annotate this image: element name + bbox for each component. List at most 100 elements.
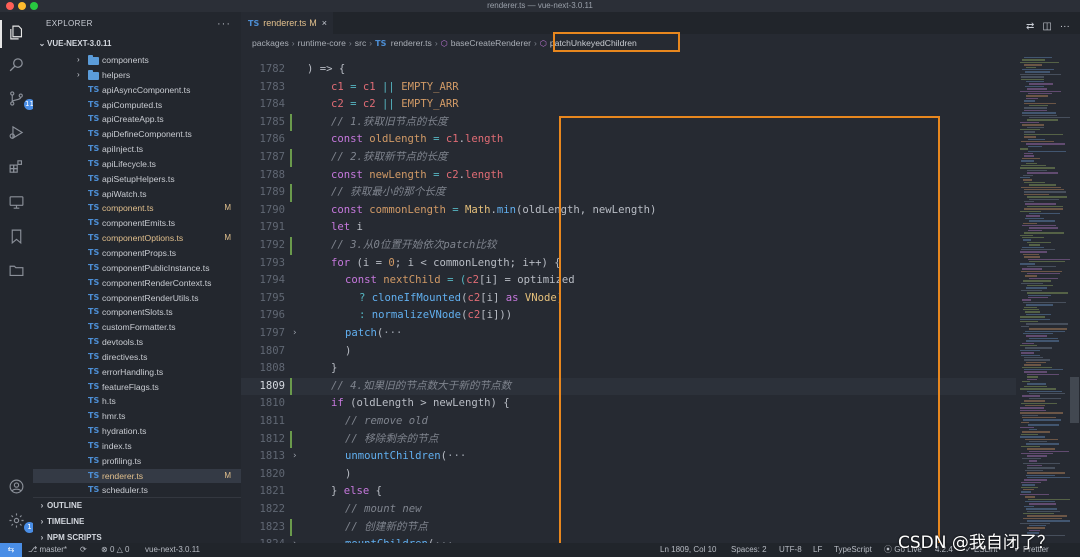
root-folder-header[interactable]: ⌄ VUE-NEXT-3.0.11: [33, 36, 241, 52]
minimap-line: [1024, 256, 1040, 258]
minimap-line: [1029, 83, 1053, 85]
minimap-line: [1024, 100, 1035, 102]
tree-folder[interactable]: › components: [33, 53, 241, 68]
sync-icon[interactable]: ⟳: [80, 543, 87, 557]
tree-file[interactable]: TS apiInject.ts: [33, 142, 241, 157]
source-control-icon[interactable]: 11: [8, 90, 35, 110]
file-label: hydration.ts: [102, 426, 147, 437]
remote-indicator-icon[interactable]: ⇆: [0, 543, 22, 557]
scrollbar-thumb[interactable]: [1070, 377, 1079, 423]
minimap-line: [1020, 129, 1040, 131]
gutter-change-marker: [290, 430, 292, 449]
fold-chevron-icon[interactable]: ›: [292, 325, 297, 343]
extensions-icon[interactable]: [8, 158, 25, 175]
tree-file[interactable]: TS renderer.ts M: [33, 468, 241, 484]
tree-file[interactable]: TS componentSlots.ts: [33, 305, 241, 320]
npm-scripts-section[interactable]: › NPM SCRIPTS: [33, 530, 241, 543]
tree-file[interactable]: TS componentOptions.ts M: [33, 231, 241, 246]
minimap-line: [1029, 397, 1061, 400]
account-icon[interactable]: [8, 478, 25, 495]
minimap-line: [1021, 165, 1046, 167]
problems-status[interactable]: ⊗ 0 △ 0: [101, 543, 129, 557]
fold-chevron-icon[interactable]: ›: [292, 448, 297, 466]
code-text: // mount new: [345, 503, 422, 515]
file-label: featureFlags.ts: [102, 381, 159, 392]
minimap-line: [1029, 337, 1058, 340]
bookmark-icon[interactable]: [8, 228, 25, 245]
minimap-line: [1024, 64, 1042, 66]
settings-gear-icon[interactable]: 1: [8, 512, 35, 533]
tree-file[interactable]: TS customFormatter.ts: [33, 320, 241, 335]
tree-file[interactable]: TS component.ts M: [33, 201, 241, 216]
line-number: 1811: [259, 415, 285, 427]
tree-file[interactable]: TS apiCreateApp.ts: [33, 112, 241, 127]
indentation-status[interactable]: Spaces: 2: [731, 543, 767, 557]
minimap-line: [1029, 105, 1048, 107]
tree-file[interactable]: TS apiSetupHelpers.ts: [33, 172, 241, 187]
eol-status[interactable]: LF: [813, 543, 822, 557]
minimap-line: [1020, 349, 1040, 352]
tree-file[interactable]: TS hydration.ts: [33, 424, 241, 439]
more-icon[interactable]: ···: [1060, 20, 1070, 34]
breadcrumb-base-create-renderer[interactable]: baseCreateRenderer: [451, 38, 531, 48]
tree-file[interactable]: TS featureFlags.ts: [33, 380, 241, 395]
compare-icon[interactable]: ⇄: [1026, 20, 1034, 34]
breadcrumb-file[interactable]: renderer.ts: [391, 38, 432, 48]
minimap-line: [1024, 357, 1043, 359]
breadcrumb-packages[interactable]: packages: [252, 38, 289, 48]
cursor-position[interactable]: Ln 1809, Col 10: [660, 543, 717, 557]
breadcrumb-src[interactable]: src: [355, 38, 366, 48]
tree-file[interactable]: TS profiling.ts: [33, 454, 241, 469]
tree-file[interactable]: TS devtools.ts: [33, 335, 241, 350]
minimap-line: [1020, 426, 1034, 428]
folder-status[interactable]: vue-next-3.0.11: [145, 543, 200, 557]
tree-file[interactable]: TS componentEmits.ts: [33, 216, 241, 231]
minimap-line: [1026, 474, 1055, 476]
breadcrumb-runtime-core[interactable]: runtime-core: [298, 38, 346, 48]
typescript-file-icon: TS: [88, 247, 100, 257]
minimap-line: [1027, 472, 1065, 474]
folder-icon[interactable]: [8, 262, 25, 279]
minimap-line: [1022, 395, 1040, 397]
typescript-file-icon: TS: [88, 366, 100, 376]
tree-file[interactable]: TS index.ts: [33, 439, 241, 454]
minimap-line: [1027, 88, 1047, 90]
tree-file[interactable]: TS componentPublicInstance.ts: [33, 261, 241, 276]
branch-status[interactable]: ⎇ master*: [28, 543, 67, 557]
line-number: 1782: [259, 63, 285, 75]
code-text: patch(···: [345, 327, 403, 339]
outline-section[interactable]: › OUTLINE: [33, 498, 241, 514]
typescript-file-icon: TS: [88, 292, 100, 302]
run-debug-icon[interactable]: [8, 124, 25, 141]
files-icon[interactable]: [8, 24, 25, 41]
vertical-scrollbar[interactable]: [1070, 53, 1079, 543]
search-icon[interactable]: [8, 56, 25, 73]
more-actions-icon[interactable]: ···: [217, 12, 231, 36]
tab-renderer[interactable]: TS renderer.ts M ×: [241, 12, 333, 34]
tree-file[interactable]: TS h.ts: [33, 394, 241, 409]
encoding-status[interactable]: UTF-8: [779, 543, 802, 557]
tree-file[interactable]: TS apiWatch.ts: [33, 187, 241, 202]
minimap-line: [1022, 417, 1056, 419]
remote-explorer-icon[interactable]: [8, 194, 25, 211]
typescript-file-icon: TS: [88, 114, 100, 124]
tree-file[interactable]: TS componentRenderUtils.ts: [33, 291, 241, 306]
minimap-line: [1027, 172, 1058, 174]
tree-file[interactable]: TS componentProps.ts: [33, 246, 241, 261]
close-tab-icon[interactable]: ×: [322, 12, 327, 34]
tree-file[interactable]: TS directives.ts: [33, 350, 241, 365]
tree-file[interactable]: TS apiDefineComponent.ts: [33, 127, 241, 142]
tree-folder[interactable]: › helpers: [33, 68, 241, 83]
split-editor-icon[interactable]: ◫: [1042, 20, 1051, 34]
minimap-line: [1024, 306, 1037, 308]
tree-file[interactable]: TS hmr.ts: [33, 409, 241, 424]
tree-file[interactable]: TS apiComputed.ts: [33, 98, 241, 113]
timeline-section[interactable]: › TIMELINE: [33, 514, 241, 530]
tree-file[interactable]: TS componentRenderContext.ts: [33, 276, 241, 291]
code-text: // 获取最小的那个长度: [331, 186, 446, 199]
minimap-line: [1026, 443, 1059, 445]
tree-file[interactable]: TS errorHandling.ts: [33, 365, 241, 380]
tree-file[interactable]: TS apiAsyncComponent.ts: [33, 83, 241, 98]
tree-file[interactable]: TS apiLifecycle.ts: [33, 157, 241, 172]
language-mode[interactable]: TypeScript: [834, 543, 872, 557]
